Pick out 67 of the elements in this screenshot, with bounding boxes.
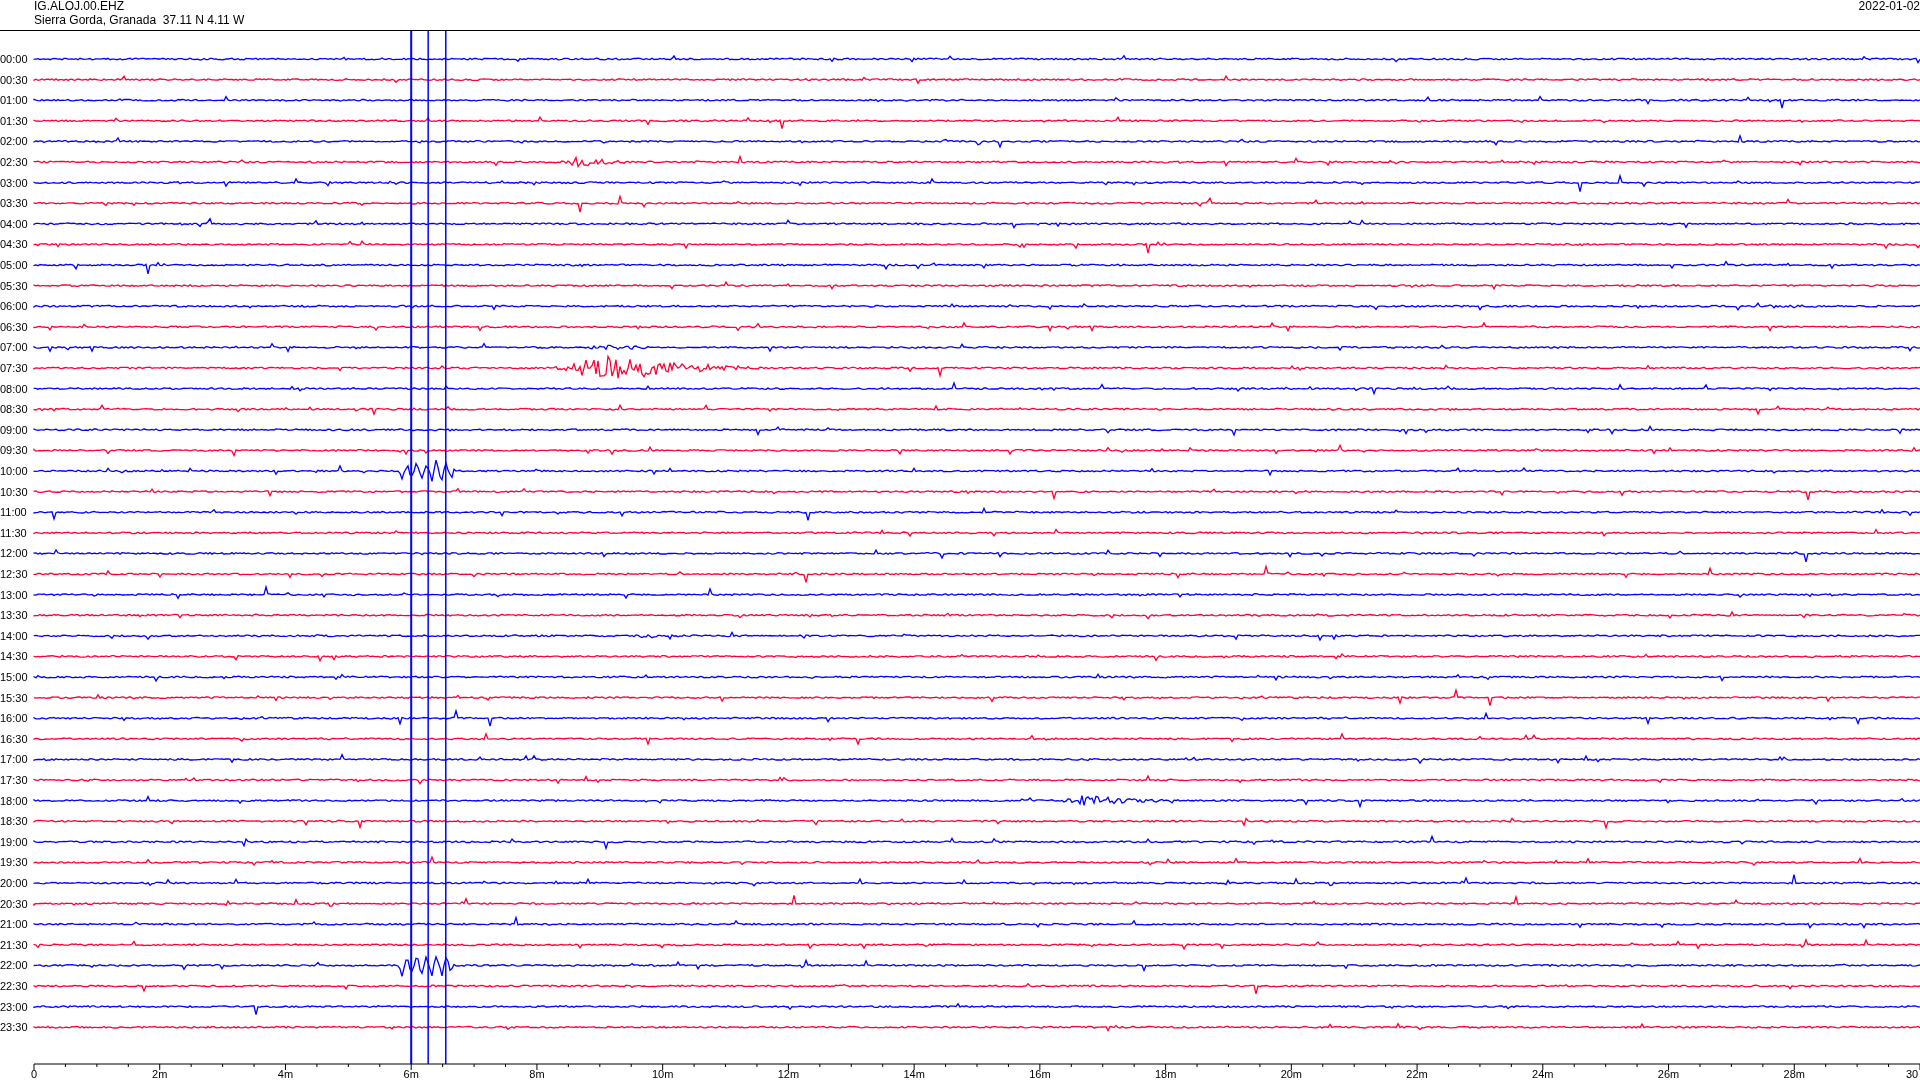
row-time-label: 17:00 <box>0 753 28 766</box>
row-time-label: 13:30 <box>0 609 28 622</box>
axis-tick-label: 12m <box>777 1068 800 1080</box>
row-time-label: 01:30 <box>0 114 28 127</box>
row-time-label: 02:30 <box>0 156 28 168</box>
row-time-label: 21:30 <box>0 938 28 951</box>
row-time-label: 00:00 <box>0 53 28 65</box>
row-time-label: 17:30 <box>0 774 28 786</box>
row-time-label: 16:30 <box>0 732 28 745</box>
row-time-label: 07:00 <box>0 341 28 354</box>
axis-tick-label: 10m <box>651 1068 674 1080</box>
axis-tick-label: 4m <box>277 1068 294 1080</box>
row-time-label: 10:00 <box>0 465 28 477</box>
row-time-label: 15:00 <box>0 671 28 683</box>
row-time-label: 04:00 <box>0 217 28 230</box>
row-time-label: 19:00 <box>0 835 28 848</box>
row-time-label: 15:30 <box>0 691 28 704</box>
row-time-label: 03:30 <box>0 197 28 210</box>
row-time-label: 23:30 <box>0 1021 28 1034</box>
row-time-label: 20:30 <box>0 897 28 910</box>
row-time-label: 12:00 <box>0 547 28 560</box>
row-time-label: 22:30 <box>0 980 28 992</box>
axis-tick-label: 28m <box>1783 1068 1805 1080</box>
row-time-label: 13:00 <box>0 588 28 601</box>
station-location: Sierra Gorda, Granada 37.11 N 4.11 W <box>34 13 245 27</box>
station-code: IG.ALOJ.00.EHZ <box>34 0 125 13</box>
row-time-label: 09:00 <box>0 423 28 436</box>
row-time-label: 11:30 <box>0 526 27 539</box>
row-time-label: 03:00 <box>0 176 28 189</box>
row-time-label: 19:30 <box>0 856 28 869</box>
row-time-label: 18:00 <box>0 794 28 807</box>
axis-tick-label: 20m <box>1280 1068 1303 1080</box>
axis-tick-label: 26m <box>1657 1068 1680 1080</box>
row-time-label: 05:00 <box>0 259 28 271</box>
row-time-label: 18:30 <box>0 815 28 828</box>
axis-tick-label: 14m <box>903 1068 925 1080</box>
row-time-label: 08:00 <box>0 382 28 395</box>
row-time-label: 16:00 <box>0 712 28 725</box>
axis-tick-label: 2m <box>152 1068 168 1080</box>
row-time-label: 00:30 <box>0 73 28 86</box>
row-time-label: 22:00 <box>0 959 28 972</box>
row-time-label: 12:30 <box>0 568 28 580</box>
row-time-label: 14:00 <box>0 629 28 642</box>
axis-tick-label: 22m <box>1406 1068 1428 1080</box>
row-time-label: 10:30 <box>0 485 28 498</box>
axis-tick-label: 0 <box>30 1068 38 1080</box>
axis-tick-label: 30 <box>1906 1068 1919 1080</box>
axis-tick-label: 16m <box>1029 1068 1051 1080</box>
row-time-label: 07:30 <box>0 362 28 374</box>
row-time-label: 14:30 <box>0 650 28 663</box>
row-time-label: 02:00 <box>0 135 28 148</box>
row-time-label: 11:00 <box>0 506 27 519</box>
axis-tick-label: 8m <box>529 1068 545 1080</box>
row-time-label: 04:30 <box>0 238 28 251</box>
row-time-label: 21:00 <box>0 918 28 931</box>
axis-tick-label: 18m <box>1154 1068 1177 1080</box>
row-time-label: 08:30 <box>0 403 28 416</box>
row-time-label: 06:30 <box>0 320 28 333</box>
row-time-label: 23:00 <box>0 1000 28 1013</box>
plot-date: 2022-01-02 <box>1858 0 1920 13</box>
axis-tick-label: 24m <box>1532 1068 1554 1080</box>
row-time-label: 01:00 <box>0 94 28 107</box>
row-time-label: 09:30 <box>0 444 28 457</box>
row-time-label: 06:00 <box>0 300 28 313</box>
row-time-label: 05:30 <box>0 279 28 292</box>
axis-tick-label: 6m <box>403 1068 419 1080</box>
row-time-label: 20:00 <box>0 877 28 889</box>
